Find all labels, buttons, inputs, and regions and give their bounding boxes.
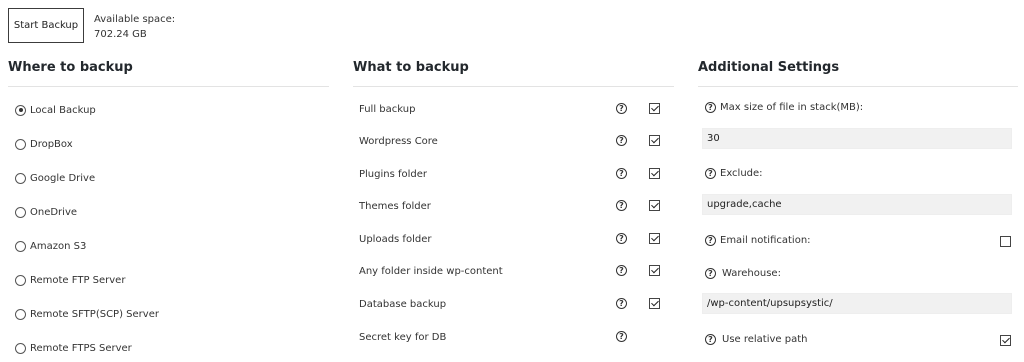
storage-option[interactable]: Amazon S3: [15, 238, 86, 254]
exclude-input[interactable]: upgrade,cache: [702, 194, 1012, 215]
exclude-setting: ? Exclude:: [705, 168, 763, 179]
backup-item-label: Themes folder: [359, 200, 431, 212]
storage-option-label: Local Backup: [30, 104, 96, 116]
backup-item: Full backup: [359, 101, 415, 117]
backup-item-checkbox[interactable]: [649, 135, 660, 146]
storage-option-label: DropBox: [30, 138, 73, 150]
additional-settings-title: Additional Settings: [698, 60, 840, 75]
help-icon[interactable]: ?: [616, 135, 627, 146]
storage-option[interactable]: OneDrive: [15, 204, 77, 220]
where-to-backup-title: Where to backup: [8, 60, 133, 75]
storage-option[interactable]: Remote FTPS Server: [15, 340, 132, 356]
email-notification-setting: ? Email notification:: [705, 235, 811, 246]
available-space-value: 702.24 GB: [94, 29, 147, 40]
backup-item-checkbox[interactable]: [649, 168, 660, 179]
max-size-setting: ? Max size of file in stack(MB):: [705, 102, 863, 113]
radio-button[interactable]: [15, 104, 26, 116]
storage-option-label: Google Drive: [30, 172, 96, 184]
help-icon[interactable]: ?: [705, 102, 716, 113]
email-notification-label: Email notification:: [720, 235, 811, 246]
backup-item-label: Any folder inside wp-content: [359, 265, 503, 277]
available-space: Available space: 702.24 GB: [94, 12, 175, 42]
backup-item-label: Secret key for DB: [359, 331, 447, 343]
backup-item: Themes folder: [359, 198, 431, 214]
backup-item-checkbox[interactable]: [649, 200, 660, 211]
help-icon[interactable]: ?: [616, 233, 627, 244]
what-to-backup-title: What to backup: [353, 60, 469, 75]
max-size-input[interactable]: 30: [702, 128, 1012, 149]
radio-button[interactable]: [15, 308, 26, 320]
help-icon[interactable]: ?: [705, 334, 716, 345]
radio-button[interactable]: [15, 206, 26, 218]
help-icon[interactable]: ?: [616, 331, 627, 342]
help-icon[interactable]: ?: [705, 268, 716, 279]
storage-option[interactable]: Google Drive: [15, 170, 95, 186]
backup-item: Wordpress Core: [359, 133, 438, 149]
help-icon[interactable]: ?: [616, 200, 627, 211]
radio-button[interactable]: [15, 274, 26, 286]
storage-option-label: OneDrive: [30, 206, 78, 218]
help-icon[interactable]: ?: [616, 298, 627, 309]
start-backup-button[interactable]: Start Backup: [8, 8, 84, 43]
storage-option-label: Remote SFTP(SCP) Server: [30, 308, 159, 320]
backup-item: Uploads folder: [359, 231, 431, 247]
storage-option-label: Remote FTP Server: [30, 274, 126, 286]
email-notification-checkbox[interactable]: [1000, 236, 1011, 247]
backup-item-checkbox[interactable]: [649, 233, 660, 244]
relative-path-label: Use relative path: [722, 334, 808, 345]
help-icon[interactable]: ?: [705, 235, 716, 246]
backup-item: Plugins folder: [359, 166, 427, 182]
backup-item-label: Uploads folder: [359, 233, 432, 245]
radio-button[interactable]: [15, 172, 26, 184]
backup-item-checkbox[interactable]: [649, 298, 660, 309]
max-size-label: Max size of file in stack(MB):: [720, 102, 864, 113]
radio-button[interactable]: [15, 342, 26, 354]
exclude-label: Exclude:: [720, 168, 763, 179]
warehouse-input[interactable]: /wp-content/upsupsystic/: [702, 293, 1012, 314]
help-icon[interactable]: ?: [616, 168, 627, 179]
storage-option-label: Remote FTPS Server: [30, 342, 132, 354]
help-icon[interactable]: ?: [705, 168, 716, 179]
settings-divider: [698, 86, 1018, 87]
storage-option[interactable]: Remote FTP Server: [15, 272, 125, 288]
radio-button[interactable]: [15, 240, 26, 252]
help-icon[interactable]: ?: [616, 103, 627, 114]
backup-item-label: Plugins folder: [359, 168, 428, 180]
storage-option[interactable]: Remote SFTP(SCP) Server: [15, 306, 159, 322]
relative-path-setting: ? Use relative path: [705, 334, 808, 345]
where-divider: [8, 86, 329, 87]
backup-item: Any folder inside wp-content: [359, 263, 503, 279]
storage-option-label: Amazon S3: [30, 240, 87, 252]
backup-item: Database backup: [359, 296, 446, 312]
storage-option[interactable]: Local Backup: [15, 102, 96, 118]
backup-item: Secret key for DB: [359, 329, 446, 345]
backup-item-label: Wordpress Core: [359, 135, 438, 147]
available-space-label: Available space:: [94, 14, 176, 25]
backup-item-checkbox[interactable]: [649, 265, 660, 276]
radio-button[interactable]: [15, 138, 26, 150]
storage-option[interactable]: DropBox: [15, 136, 73, 152]
backup-item-label: Database backup: [359, 298, 447, 310]
warehouse-label: Warehouse:: [722, 268, 781, 279]
relative-path-checkbox[interactable]: [1000, 335, 1011, 346]
warehouse-setting: ? Warehouse:: [705, 268, 781, 279]
what-divider: [353, 86, 674, 87]
backup-item-checkbox[interactable]: [649, 103, 660, 114]
help-icon[interactable]: ?: [616, 265, 627, 276]
backup-item-label: Full backup: [359, 103, 416, 115]
